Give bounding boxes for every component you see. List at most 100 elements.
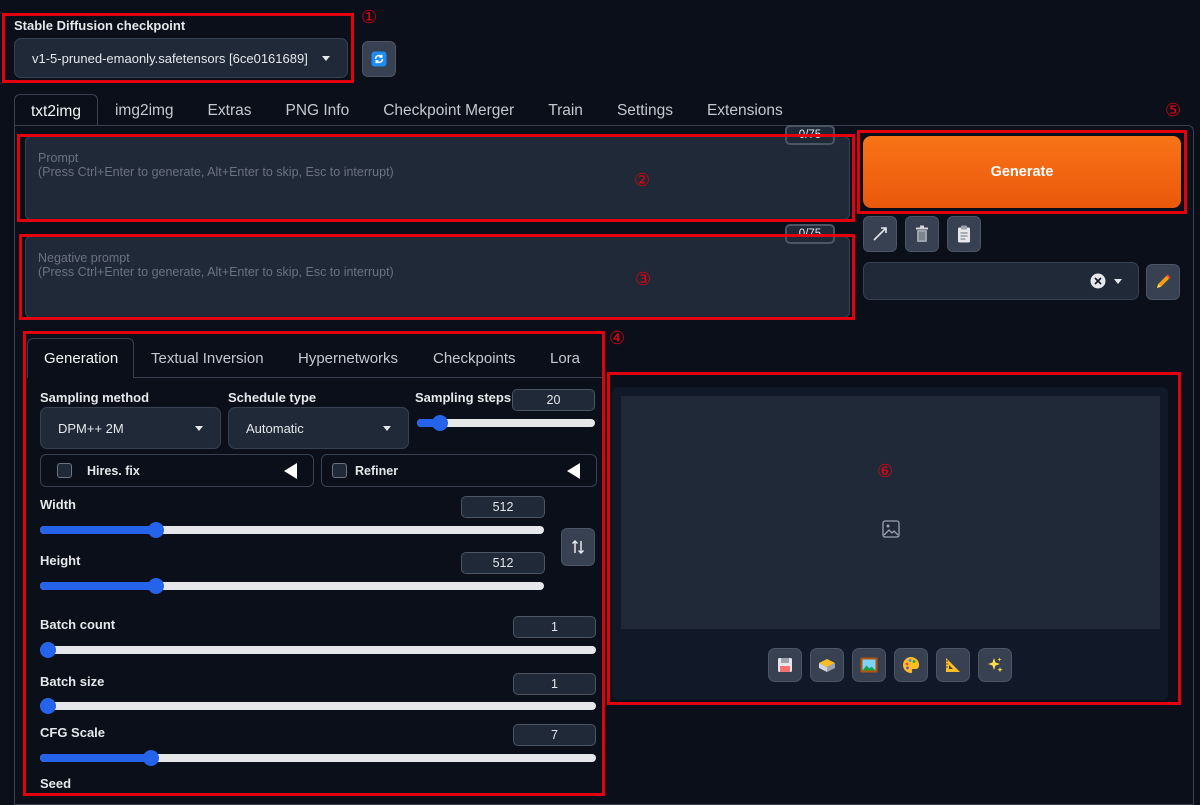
schedule-type-value: Automatic	[246, 420, 304, 436]
refiner-checkbox[interactable]	[332, 463, 347, 478]
tab-extras[interactable]: Extras	[191, 94, 269, 126]
sampling-steps-input[interactable]: 20	[512, 389, 595, 411]
framed-picture-icon	[860, 657, 878, 673]
tab-settings[interactable]: Settings	[600, 94, 690, 126]
generate-button[interactable]: Generate	[863, 136, 1181, 208]
batch-size-slider[interactable]	[40, 698, 596, 714]
send-to-img2img-button[interactable]	[852, 648, 886, 682]
tab-checkpoint-merger[interactable]: Checkpoint Merger	[366, 94, 531, 126]
annotation-4: ④	[609, 328, 626, 349]
prompt-input[interactable]: Prompt (Press Ctrl+Enter to generate, Al…	[25, 136, 850, 220]
palette-icon	[903, 656, 920, 673]
main-tabbar: txt2img img2img Extras PNG Info Checkpoi…	[14, 94, 800, 126]
image-placeholder-icon	[881, 520, 900, 538]
tab-png-info[interactable]: PNG Info	[268, 94, 366, 126]
width-slider[interactable]	[40, 522, 544, 538]
checkpoint-label: Stable Diffusion checkpoint	[14, 18, 186, 33]
save-button[interactable]	[768, 648, 802, 682]
annotation-3: ③	[635, 269, 652, 290]
prompt-placeholder-hint: (Press Ctrl+Enter to generate, Alt+Enter…	[38, 165, 394, 179]
height-input[interactable]: 512	[461, 552, 545, 574]
negative-prompt-input[interactable]: Negative prompt (Press Ctrl+Enter to gen…	[25, 236, 850, 318]
hires-fix-checkbox[interactable]	[57, 463, 72, 478]
batch-size-label: Batch size	[40, 674, 105, 689]
swap-dimensions-button[interactable]	[561, 528, 595, 566]
swap-arrows-icon	[571, 539, 585, 555]
height-slider-thumb[interactable]	[147, 578, 164, 594]
clear-icon[interactable]	[1090, 273, 1106, 289]
checkpoint-dropdown[interactable]: v1-5-pruned-emaonly.safetensors [6ce0161…	[14, 38, 348, 78]
height-label: Height	[40, 553, 81, 568]
negative-prompt-token-counter: 0/75	[785, 224, 835, 244]
sparkles-button[interactable]	[978, 648, 1012, 682]
sampling-steps-slider[interactable]	[417, 415, 595, 431]
batch-count-slider-thumb[interactable]	[40, 642, 56, 658]
subtab-hypernetworks[interactable]: Hypernetworks	[298, 338, 398, 376]
batch-count-label: Batch count	[40, 617, 116, 632]
floppy-disk-icon	[778, 658, 792, 672]
refresh-checkpoint-button[interactable]	[362, 41, 396, 77]
prompt-placeholder: Prompt	[38, 151, 79, 165]
subtab-lora[interactable]: Lora	[550, 338, 580, 376]
annotation-1: ①	[361, 7, 378, 28]
refiner-accordion[interactable]: Refiner	[321, 454, 597, 487]
paste-styles-button[interactable]	[947, 216, 981, 252]
hires-fix-accordion[interactable]: Hires. fix	[40, 454, 314, 487]
zip-button[interactable]	[810, 648, 844, 682]
refresh-icon	[371, 51, 387, 67]
tab-txt2img[interactable]: txt2img	[14, 94, 98, 126]
sampling-method-label: Sampling method	[40, 390, 150, 405]
cfg-scale-label: CFG Scale	[40, 725, 106, 740]
width-label: Width	[40, 497, 76, 512]
batch-count-input[interactable]: 1	[513, 616, 596, 638]
subtab-divider	[134, 377, 602, 378]
width-slider-thumb[interactable]	[147, 522, 164, 538]
clear-prompt-button[interactable]	[905, 216, 939, 252]
send-to-extras-button[interactable]	[936, 648, 970, 682]
output-image-area[interactable]	[621, 396, 1160, 629]
batch-size-slider-thumb[interactable]	[40, 698, 56, 714]
annotation-5: ⑤	[1165, 100, 1182, 121]
chevron-down-icon	[1114, 278, 1122, 284]
height-slider[interactable]	[40, 578, 544, 594]
read-params-button[interactable]	[863, 216, 897, 252]
arrow-diagonal-icon	[873, 227, 887, 241]
batch-size-input[interactable]: 1	[513, 673, 596, 695]
batch-count-slider[interactable]	[40, 642, 596, 658]
chevron-down-icon	[383, 425, 391, 431]
send-to-inpaint-button[interactable]	[894, 648, 928, 682]
checkpoint-value: v1-5-pruned-emaonly.safetensors [6ce0161…	[32, 50, 308, 66]
cfg-scale-slider-fill	[40, 754, 152, 762]
refiner-label: Refiner	[355, 463, 399, 478]
sparkles-icon	[988, 657, 1003, 673]
package-icon	[819, 659, 835, 672]
seed-label: Seed	[40, 776, 72, 791]
pencil-icon	[1157, 274, 1171, 288]
clipboard-icon	[958, 225, 970, 243]
cfg-scale-slider[interactable]	[40, 750, 596, 766]
edit-styles-button[interactable]	[1146, 264, 1180, 300]
sampling-steps-slider-thumb[interactable]	[432, 415, 449, 431]
annotation-2: ②	[634, 170, 651, 191]
chevron-down-icon	[322, 55, 330, 61]
schedule-type-dropdown[interactable]: Automatic	[228, 407, 409, 449]
tab-train[interactable]: Train	[531, 94, 600, 126]
height-slider-fill	[40, 582, 156, 590]
width-slider-fill	[40, 526, 156, 534]
subtab-checkpoints[interactable]: Checkpoints	[433, 338, 516, 376]
cfg-scale-input[interactable]: 7	[513, 724, 596, 746]
collapse-triangle-icon[interactable]	[284, 462, 297, 479]
width-input[interactable]: 512	[461, 496, 545, 518]
tab-img2img[interactable]: img2img	[98, 94, 191, 126]
subtab-textual-inversion[interactable]: Textual Inversion	[151, 338, 264, 376]
collapse-triangle-icon[interactable]	[567, 462, 580, 479]
hires-fix-label: Hires. fix	[87, 463, 140, 478]
tab-extensions[interactable]: Extensions	[690, 94, 800, 126]
styles-dropdown[interactable]	[863, 262, 1139, 300]
chevron-down-icon	[195, 425, 203, 431]
schedule-type-label: Schedule type	[228, 390, 317, 405]
triangular-ruler-icon	[946, 658, 960, 672]
sampling-method-value: DPM++ 2M	[58, 420, 124, 436]
sampling-method-dropdown[interactable]: DPM++ 2M	[40, 407, 221, 449]
subtab-generation[interactable]: Generation	[44, 338, 118, 376]
